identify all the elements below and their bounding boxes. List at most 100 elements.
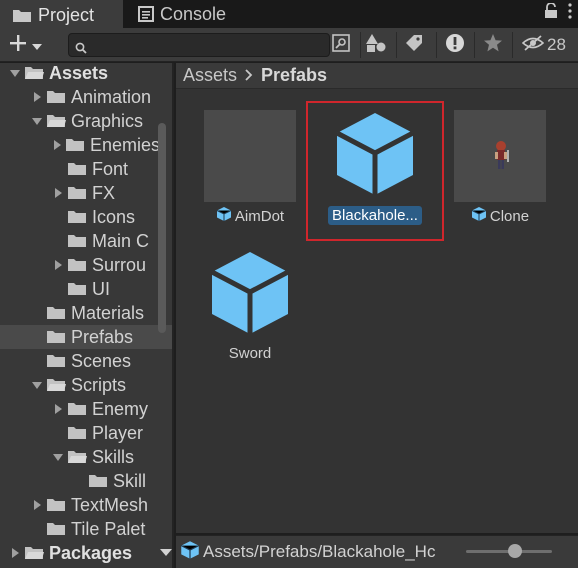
collapsed-arrow-icon[interactable] [8,548,22,558]
tree-item-label: Enemy [92,398,149,419]
breadcrumb-prefabs[interactable]: Prefabs [261,65,327,86]
project-toolbar: 28 [0,28,578,62]
eye-slash-icon [521,34,545,57]
tree-item-textmesh[interactable]: TextMesh [0,493,160,517]
tree-item-label: FX [92,182,116,203]
folder-open-icon [24,65,44,81]
filter-by-type-button[interactable] [361,33,391,57]
asset-thumbnail [454,110,546,202]
search-scope-button[interactable] [326,33,356,57]
folder-icon [46,353,66,369]
star-icon [483,33,503,58]
tree-item-scripts[interactable]: Scripts [0,373,160,397]
selected-asset-path: Assets/Prefabs/Blackahole_Hc [203,542,436,561]
tree-item-tile-palette[interactable]: Tile Palet [0,517,160,541]
tree-item-player[interactable]: Player [0,421,160,445]
create-dropdown-button[interactable] [8,33,52,57]
tree-item-scenes[interactable]: Scenes [0,349,160,373]
folder-icon [67,185,87,201]
folder-open-icon [46,113,66,129]
asset-sword[interactable]: Sword [195,249,305,362]
folder-icon [46,329,66,345]
tree-item-icons[interactable]: Icons [0,205,160,229]
tree-item-label: Skills [92,446,135,467]
collapsed-arrow-icon[interactable] [51,188,65,198]
tree-item-packages[interactable]: Packages [0,541,172,565]
asset-thumbnail [329,110,421,202]
log-types-button[interactable] [440,33,470,57]
tree-item-label: Skill [113,470,147,491]
tree-item-enemy[interactable]: Enemy [0,397,160,421]
breadcrumb: Assets Prefabs [176,63,578,89]
tree-item-label: Tile Palet [71,518,146,539]
tree-item-enemies[interactable]: Enemies [0,133,160,157]
collapsed-arrow-icon[interactable] [30,92,44,102]
collapsed-arrow-icon[interactable] [51,260,65,270]
thumbnail-size-slider-handle[interactable] [508,544,522,558]
breadcrumb-assets[interactable]: Assets [183,65,237,86]
tree-item-graphics[interactable]: Graphics [0,109,160,133]
favorites-button[interactable] [478,33,508,57]
prefab-cube-icon [180,540,200,565]
asset-name: Sword [228,345,272,362]
chevron-down-icon [32,35,42,56]
character-sprite-icon [492,140,510,176]
folder-open-icon [46,377,66,393]
tree-item-prefabs[interactable]: Prefabs [0,325,172,349]
collapsed-arrow-icon[interactable] [30,500,44,510]
tag-icon [404,33,424,58]
asset-aimdot[interactable]: AimDot [195,110,305,226]
expanded-arrow-icon[interactable] [30,116,44,126]
collapsed-arrow-icon[interactable] [51,140,63,150]
asset-grid-panel: Assets Prefabs AimDot Blackahole... Clon… [176,63,578,533]
tab-console[interactable]: Console [126,0,266,28]
folder-icon [67,281,87,297]
tree-item-skills[interactable]: Skills [0,445,160,469]
tree-item-assets[interactable]: Assets [0,63,160,85]
tree-item-skill[interactable]: Skill [0,469,160,493]
tree-item-surrou[interactable]: Surrou [0,253,160,277]
tree-scrollbar-thumb[interactable] [158,123,166,333]
asset-name: Blackahole... [332,207,418,224]
toolbar-divider [512,32,513,58]
folder-open-icon [24,545,44,561]
tree-item-label: Surrou [92,254,147,275]
chevron-right-icon [245,65,253,86]
folder-icon [67,401,87,417]
tree-item-label: Scripts [71,374,127,395]
folder-icon [67,233,87,249]
tree-item-label: Packages [49,542,133,563]
prefab-cube-large-icon [335,111,415,201]
tree-item-label: Main C [92,230,150,251]
expanded-arrow-icon[interactable] [8,68,22,78]
asset-blackahole[interactable]: Blackahole... [320,110,430,225]
folder-tree: Assets Animation Graphics Enemies Font F… [0,63,174,568]
tree-item-font[interactable]: Font [0,157,160,181]
collapsed-arrow-icon[interactable] [51,404,65,414]
expanded-arrow-icon[interactable] [51,452,65,462]
folder-icon [12,7,32,23]
folder-icon [67,161,87,177]
selection-path-bar: Assets/Prefabs/Blackahole_Hc [176,535,578,568]
folder-icon [88,473,108,489]
console-icon [138,6,154,22]
tree-item-materials[interactable]: Materials [0,301,160,325]
tree-item-fx[interactable]: FX [0,181,160,205]
folder-icon [67,209,87,225]
tree-item-animation[interactable]: Animation [0,85,160,109]
filter-by-label-button[interactable] [399,33,429,57]
expanded-arrow-icon[interactable] [30,380,44,390]
tab-project[interactable]: Project [0,0,123,28]
hidden-packages-toggle[interactable]: 28 [521,33,566,57]
scroll-down-arrow-icon[interactable] [160,541,172,562]
kebab-menu-icon[interactable] [568,3,572,24]
tree-item-main-c[interactable]: Main C [0,229,160,253]
tree-item-label: Font [92,158,129,179]
search-input[interactable] [68,33,330,57]
plus-icon [8,33,28,58]
lock-icon[interactable] [544,2,558,24]
asset-clone[interactable]: Clone [445,110,555,226]
tree-item-ui[interactable]: UI [0,277,160,301]
asset-name: Clone [489,207,530,225]
asset-label: Clone [445,206,555,226]
